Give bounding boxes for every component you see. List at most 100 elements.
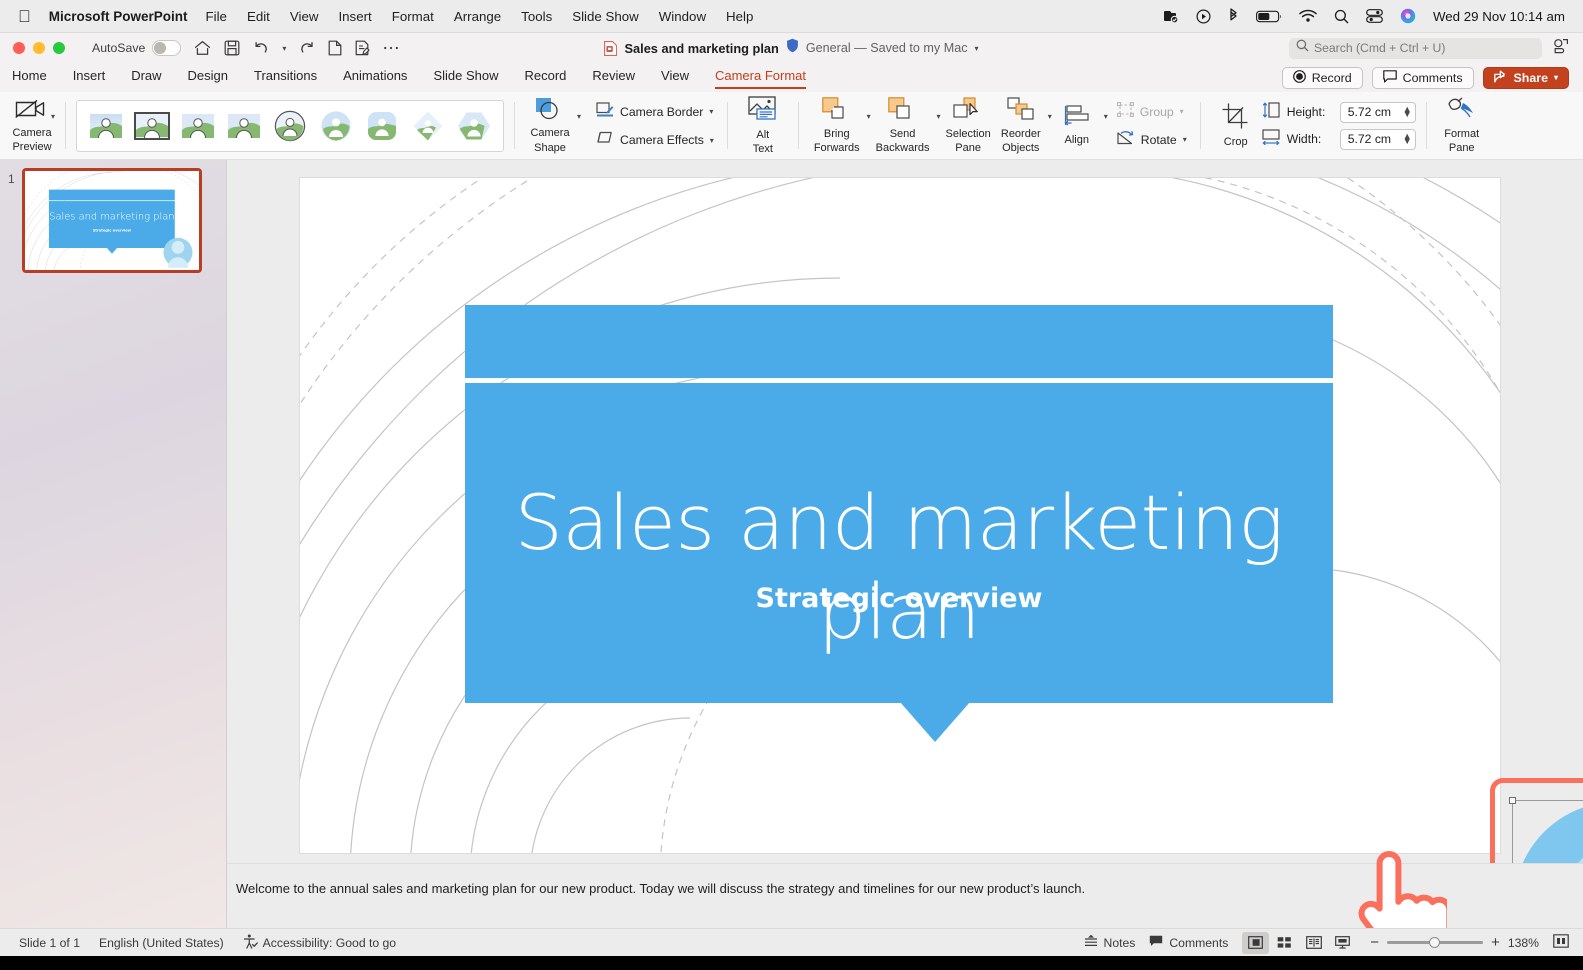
style-rect-glow[interactable] [221,106,267,146]
bring-forwards-button[interactable]: Bring Forwards [809,95,865,157]
antivirus-icon[interactable] [1162,9,1179,24]
style-rect-plain[interactable] [83,106,129,146]
record-button[interactable]: Record [1281,66,1363,89]
normal-view-icon[interactable] [1242,931,1270,954]
macos-app-name[interactable]: Microsoft PowerPoint [49,9,188,24]
zoom-slider[interactable] [1387,937,1484,948]
close-window-button[interactable] [13,42,25,54]
menu-window[interactable]: Window [659,9,706,24]
minimize-window-button[interactable] [33,42,45,54]
document-save-status[interactable]: General — Saved to my Mac [806,41,968,55]
more-icon[interactable] [383,45,399,51]
style-circle-soft[interactable] [313,106,359,146]
camera-preview-button[interactable]: Camera Preview [7,96,57,156]
reorder-objects-button[interactable]: Reorder Objects [996,95,1046,157]
crop-button[interactable]: Crop [1211,101,1261,150]
tab-animations[interactable]: Animations [343,68,407,87]
resize-handle-top-left[interactable] [1509,797,1516,804]
apple-logo-icon[interactable]:  [18,8,31,25]
camera-styles-gallery[interactable] [76,99,505,152]
document-menu-chevron-down-icon[interactable]: ▾ [975,44,979,53]
control-center-icon[interactable] [1366,9,1383,23]
print-icon[interactable] [355,40,370,56]
zoom-slider-handle[interactable] [1429,937,1441,948]
height-stepper[interactable]: 5.72 cm ▲ ▼ [1339,101,1416,123]
slide-sorter-icon[interactable] [1271,932,1298,954]
slide-thumbnail-panel[interactable]: 1 Sales and marketing plan Strategic ove… [0,160,227,928]
ribbon-options-icon[interactable] [1552,38,1569,59]
macos-clock[interactable]: Wed 29 Nov 10:14 am [1433,9,1565,24]
slide-title-text[interactable]: Sales and marketing plan [465,478,1333,656]
tab-insert[interactable]: Insert [73,68,106,87]
search-box[interactable] [1289,37,1542,59]
menu-view[interactable]: View [290,9,319,24]
camera-effects-button[interactable]: Camera Effects ▾ [593,128,717,152]
rotate-button[interactable]: Rotate ▾ [1114,128,1190,152]
accessibility-status[interactable]: Accessibility: Good to go [243,934,396,952]
slide-title-band-top[interactable] [465,305,1333,378]
wifi-icon[interactable] [1299,9,1317,23]
style-rounded-square[interactable] [359,106,405,146]
camera-shape-chevron-down-icon[interactable]: ▾ [577,112,581,121]
new-slide-icon[interactable] [328,40,342,56]
tab-slide-show[interactable]: Slide Show [433,68,498,87]
maximize-window-button[interactable] [53,42,65,54]
menu-file[interactable]: File [206,9,227,24]
share-chevron-down-icon[interactable]: ▾ [1554,73,1558,82]
redo-icon[interactable] [299,41,315,56]
playback-icon[interactable] [1196,8,1211,24]
width-stepper[interactable]: 5.72 cm ▲ ▼ [1339,128,1416,150]
slide-thumbnail-1[interactable]: Sales and marketing plan Strategic overv… [22,168,202,273]
autosave-control[interactable]: AutoSave [92,40,182,56]
zoom-out-button[interactable]: − [1370,934,1379,951]
tab-transitions[interactable]: Transitions [254,68,317,87]
menu-edit[interactable]: Edit [247,9,270,24]
slide-canvas[interactable]: Sales and marketing plan Strategic overv… [300,178,1500,853]
tab-camera-format[interactable]: Camera Format [714,68,807,89]
style-rect-soft-shadow[interactable] [175,106,221,146]
tab-record[interactable]: Record [524,68,566,87]
autosave-toggle[interactable] [152,40,182,56]
spotlight-search-icon[interactable] [1334,9,1349,24]
document-title[interactable]: Sales and marketing plan [624,41,778,56]
tab-draw[interactable]: Draw [131,68,161,87]
menu-insert[interactable]: Insert [338,9,371,24]
undo-dropdown-icon[interactable]: ▾ [282,44,286,53]
style-rect-bordered[interactable] [129,106,175,146]
menu-help[interactable]: Help [726,9,753,24]
undo-icon[interactable] [253,41,269,56]
style-circle-outline[interactable] [267,106,313,146]
search-input[interactable] [1314,41,1535,55]
alt-text-button[interactable]: Alt Text [738,94,788,158]
camera-border-button[interactable]: Camera Border ▾ [593,99,717,124]
menu-tools[interactable]: Tools [521,9,552,24]
battery-icon[interactable] [1255,10,1282,23]
tab-design[interactable]: Design [188,68,228,87]
tab-view[interactable]: View [661,68,689,87]
siri-icon[interactable] [1400,8,1416,24]
align-chevron-down-icon[interactable]: ▾ [1104,112,1108,121]
fit-to-window-icon[interactable] [1553,934,1569,951]
menu-slide-show[interactable]: Slide Show [572,9,639,24]
selection-pane-button[interactable]: Selection Pane [940,95,995,157]
rotate-chevron-down-icon[interactable]: ▾ [1183,135,1187,144]
menu-format[interactable]: Format [392,9,434,24]
slide-subtitle-text[interactable]: Strategic overview [465,583,1333,614]
bluetooth-icon[interactable] [1228,8,1239,24]
align-button[interactable]: Align [1052,103,1102,148]
send-backwards-button[interactable]: Send Backwards [871,95,935,157]
zoom-level-label[interactable]: 138% [1508,936,1539,950]
comments-button[interactable]: Comments [1371,66,1474,89]
tab-home[interactable]: Home [12,68,47,87]
language-label[interactable]: English (United States) [99,936,224,950]
zoom-in-button[interactable]: + [1491,934,1500,951]
notes-button[interactable]: Notes [1084,934,1135,951]
share-button[interactable]: Share ▾ [1482,66,1569,89]
format-pane-button[interactable]: Format Pane [1437,95,1487,157]
style-diamond[interactable] [405,106,451,146]
camera-preview-chevron-down-icon[interactable]: ▾ [51,112,55,121]
width-value[interactable]: 5.72 cm [1348,132,1403,146]
reading-view-icon[interactable] [1300,932,1327,954]
camera-shape-button[interactable]: Camera Shape [525,95,575,156]
status-comments-button[interactable]: Comments [1149,935,1228,950]
